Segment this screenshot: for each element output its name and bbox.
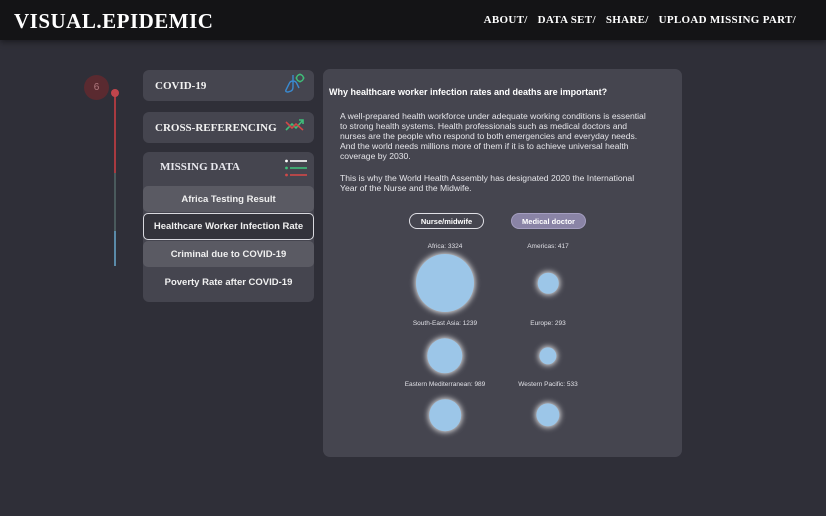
missing-item-africa-testing[interactable]: Africa Testing Result bbox=[143, 186, 314, 212]
bubble-south-east-asia[interactable] bbox=[427, 338, 463, 374]
missing-item-criminal[interactable]: Criminal due to COVID-19 bbox=[143, 241, 314, 267]
bubble-label: Africa: 3324 bbox=[427, 243, 463, 250]
bubble-label: South-East Asia: 1239 bbox=[412, 320, 478, 327]
menu-covid-label: COVID-19 bbox=[155, 79, 207, 92]
main-nav: ABOUT/ DATA SET/ SHARE/ UPLOAD MISSING P… bbox=[484, 14, 796, 26]
missing-data-title[interactable]: MISSING DATA bbox=[160, 161, 240, 173]
bubble-label: Eastern Mediterranean: 989 bbox=[404, 381, 486, 388]
medical-doctor-toggle[interactable]: Medical doctor bbox=[511, 213, 586, 229]
menu-cross-label: CROSS-REFERENCING bbox=[155, 121, 277, 134]
list-icon bbox=[284, 158, 308, 183]
lungs-virus-icon bbox=[282, 72, 306, 99]
nurse-midwife-toggle[interactable]: Nurse/midwife bbox=[409, 213, 484, 229]
bubble-label: Americas: 417 bbox=[527, 243, 569, 250]
nav-about[interactable]: ABOUT/ bbox=[484, 14, 528, 26]
timeline-progress-line bbox=[114, 93, 116, 173]
menu-cross-referencing[interactable]: CROSS-REFERENCING bbox=[143, 112, 314, 143]
nav-upload-missing-part[interactable]: UPLOAD MISSING PART/ bbox=[659, 14, 796, 26]
menu-covid-19[interactable]: COVID-19 bbox=[143, 70, 314, 101]
top-bar: VISUAL.EPIDEMIC ABOUT/ DATA SET/ SHARE/ … bbox=[0, 0, 826, 40]
bubble-europe[interactable] bbox=[539, 347, 557, 365]
site-logo[interactable]: VISUAL.EPIDEMIC bbox=[14, 9, 213, 34]
step-indicator: 6 bbox=[84, 75, 109, 100]
missing-item-poverty-rate[interactable]: Poverty Rate after COVID-19 bbox=[143, 269, 314, 295]
timeline-line-end bbox=[114, 231, 116, 266]
trend-arrows-icon bbox=[284, 116, 306, 139]
bubble-americas[interactable] bbox=[537, 272, 559, 294]
content-panel: Why healthcare worker infection rates an… bbox=[323, 69, 682, 457]
missing-data-section: MISSING DATA Africa Testing Result Healt… bbox=[143, 152, 314, 302]
panel-paragraph-1: A well-prepared health workforce under a… bbox=[340, 111, 646, 161]
nav-share[interactable]: SHARE/ bbox=[606, 14, 649, 26]
bubble-africa[interactable] bbox=[416, 254, 474, 312]
panel-title: Why healthcare worker infection rates an… bbox=[329, 87, 608, 97]
bubble-western-pacific[interactable] bbox=[536, 403, 560, 427]
bubble-label: Europe: 293 bbox=[530, 320, 566, 327]
bubble-eastern-mediterranean[interactable] bbox=[429, 399, 461, 431]
nav-data-set[interactable]: DATA SET/ bbox=[538, 14, 596, 26]
timeline-handle[interactable] bbox=[111, 89, 119, 97]
panel-paragraph-2: This is why the World Health Assembly ha… bbox=[340, 173, 635, 193]
missing-item-healthcare-worker[interactable]: Healthcare Worker Infection Rate bbox=[143, 213, 314, 240]
timeline-line bbox=[114, 173, 116, 231]
bubble-label: Western Pacific: 533 bbox=[518, 381, 578, 388]
